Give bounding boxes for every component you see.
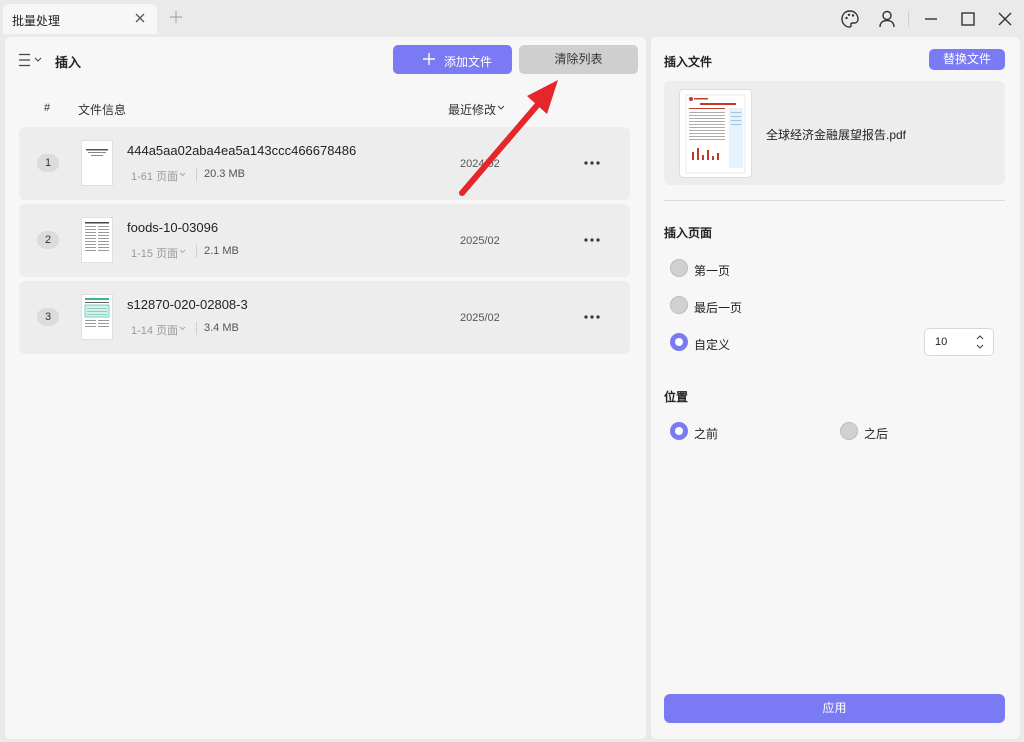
insert-file-thumbnail bbox=[679, 89, 752, 178]
page-range[interactable]: 1-61 页面 bbox=[131, 168, 178, 184]
modified-date: 2024/02 bbox=[460, 158, 500, 170]
file-row[interactable]: 3 s12870-020-02808-3 1-14 页面 3.4 MB 2025… bbox=[19, 281, 630, 354]
radio-custom-page-label[interactable]: 自定义 bbox=[694, 336, 730, 353]
close-icon[interactable] bbox=[133, 11, 147, 25]
divider bbox=[196, 322, 197, 335]
apply-button[interactable]: 应用 bbox=[664, 694, 1005, 723]
row-index: 1 bbox=[37, 154, 59, 172]
page-range[interactable]: 1-14 页面 bbox=[131, 322, 178, 338]
document-icon bbox=[685, 94, 746, 174]
radio-last-page[interactable] bbox=[670, 296, 688, 314]
insert-pages-label: 插入页面 bbox=[664, 226, 713, 240]
file-name: s12870-020-02808-3 bbox=[127, 297, 248, 312]
maximize-icon[interactable] bbox=[958, 9, 978, 29]
file-list-panel: 插入 添加文件 清除列表 # 文件信息 最近修改 1 444a5aa02aba4… bbox=[5, 37, 646, 739]
file-row[interactable]: 2 foods-10-03096 1-15 页面 2.1 MB 2025/02 bbox=[19, 204, 630, 277]
column-header-modified[interactable]: 最近修改 bbox=[448, 101, 496, 118]
title-bar: 批量处理 bbox=[0, 0, 1024, 37]
radio-after[interactable] bbox=[840, 422, 858, 440]
file-thumbnail bbox=[81, 294, 113, 340]
file-name: 444a5aa02aba4ea5a143ccc466678486 bbox=[127, 143, 357, 158]
chevron-down-icon[interactable] bbox=[179, 249, 186, 254]
modified-date: 2025/02 bbox=[460, 312, 500, 324]
plus-icon bbox=[423, 53, 435, 65]
modified-date: 2025/02 bbox=[460, 235, 500, 247]
custom-page-value[interactable]: 10 bbox=[935, 336, 947, 348]
insert-file-title: 插入文件 bbox=[664, 55, 713, 69]
more-options-icon[interactable] bbox=[583, 314, 601, 320]
title-separator bbox=[908, 11, 909, 27]
divider bbox=[196, 168, 197, 181]
more-options-icon[interactable] bbox=[583, 237, 601, 243]
user-icon[interactable] bbox=[877, 9, 897, 29]
divider bbox=[664, 200, 1005, 201]
chevron-down-icon[interactable] bbox=[179, 172, 186, 177]
panel-title: 插入 bbox=[55, 55, 82, 70]
radio-before-label[interactable]: 之前 bbox=[694, 425, 718, 442]
document-icon bbox=[84, 298, 110, 327]
more-options-icon[interactable] bbox=[583, 160, 601, 166]
column-header-index: # bbox=[44, 102, 51, 114]
column-header-file-info: 文件信息 bbox=[78, 103, 127, 117]
radio-before[interactable] bbox=[670, 422, 688, 440]
file-thumbnail bbox=[81, 217, 113, 263]
file-row[interactable]: 1 444a5aa02aba4ea5a143ccc466678486 1-61 … bbox=[19, 127, 630, 200]
replace-file-button[interactable]: 替换文件 bbox=[929, 49, 1005, 70]
radio-first-page[interactable] bbox=[670, 259, 688, 277]
divider bbox=[196, 245, 197, 258]
chevron-down-icon[interactable] bbox=[497, 105, 505, 111]
clear-list-button[interactable]: 清除列表 bbox=[519, 45, 638, 74]
row-index: 2 bbox=[37, 231, 59, 249]
palette-icon[interactable] bbox=[840, 9, 860, 29]
radio-last-page-label[interactable]: 最后一页 bbox=[694, 299, 742, 316]
minimize-icon[interactable] bbox=[921, 9, 941, 29]
radio-custom-page[interactable] bbox=[670, 333, 688, 351]
radio-first-page-label[interactable]: 第一页 bbox=[694, 262, 730, 279]
position-label: 位置 bbox=[664, 390, 689, 404]
stepper-arrows-icon[interactable] bbox=[976, 334, 984, 350]
file-size: 20.3 MB bbox=[204, 168, 245, 180]
file-name: foods-10-03096 bbox=[127, 220, 219, 235]
tab-batch-process[interactable]: 批量处理 bbox=[3, 4, 157, 34]
file-size: 2.1 MB bbox=[204, 245, 239, 257]
plus-icon[interactable] bbox=[169, 10, 183, 24]
tab-title: 批量处理 bbox=[12, 14, 61, 28]
file-thumbnail bbox=[81, 140, 113, 186]
row-index: 3 bbox=[37, 308, 59, 326]
add-file-button[interactable]: 添加文件 bbox=[393, 45, 512, 74]
add-file-label: 添加文件 bbox=[444, 55, 493, 69]
document-icon bbox=[86, 149, 108, 156]
insert-file-name: 全球经济金融展望报告.pdf bbox=[766, 128, 907, 142]
radio-after-label[interactable]: 之后 bbox=[864, 425, 888, 442]
document-icon bbox=[85, 222, 109, 251]
file-size: 3.4 MB bbox=[204, 322, 239, 334]
close-window-icon[interactable] bbox=[995, 9, 1015, 29]
menu-icon[interactable] bbox=[18, 53, 44, 67]
page-range[interactable]: 1-15 页面 bbox=[131, 245, 178, 261]
chevron-down-icon[interactable] bbox=[179, 326, 186, 331]
insert-settings-panel: 插入文件 替换文件 全球经济金融展望报告.pdf 插入页面 第一页 最后一页 自… bbox=[651, 37, 1020, 739]
insert-file-card: 全球经济金融展望报告.pdf bbox=[664, 81, 1005, 185]
custom-page-stepper[interactable]: 10 bbox=[924, 328, 994, 356]
